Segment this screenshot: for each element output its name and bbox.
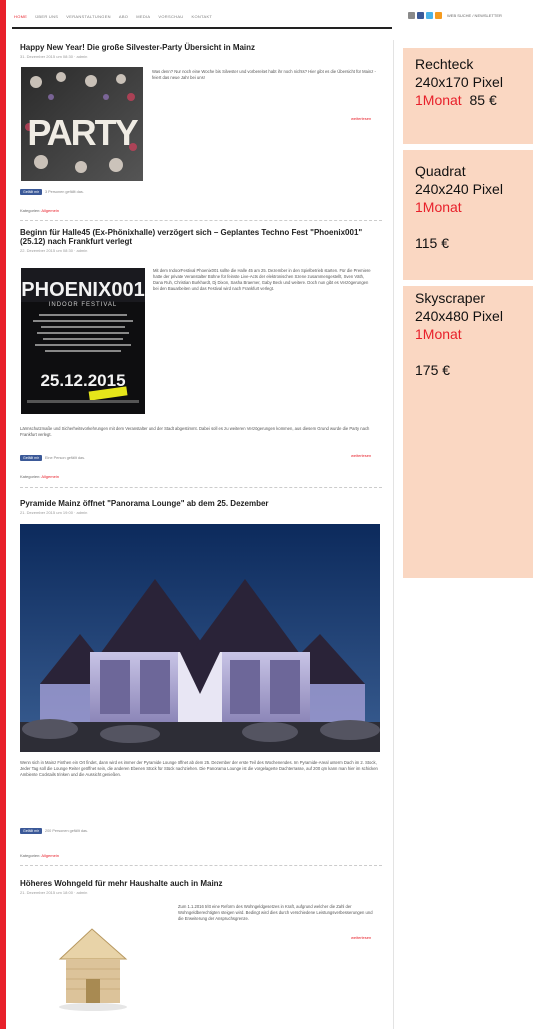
nav-item-preview[interactable]: VORSCHAU bbox=[158, 14, 183, 19]
post-excerpt: Wenn sich in Mainz Finthen ein Ort finde… bbox=[20, 760, 382, 778]
like-row: Gefällt mir 3 Personen gefällt das. bbox=[20, 189, 84, 195]
post-text-2: Lärmschutzmaße und Sicherheitsvorkehrung… bbox=[20, 426, 370, 437]
category-row: Kategorien: Allgemein bbox=[20, 853, 59, 858]
post-excerpt-continued: Lärmschutzmaße und Sicherheitsvorkehrung… bbox=[20, 426, 375, 438]
ad-name: Skyscraper bbox=[415, 290, 486, 306]
header-divider bbox=[12, 27, 392, 29]
post-excerpt: Mit dem IndoorFestival Phoenix001 sollte… bbox=[153, 268, 375, 292]
like-count: 200 Personen gefällt das. bbox=[44, 829, 89, 833]
category-label: Kategorien: bbox=[20, 853, 41, 858]
topbar-search-text[interactable]: WEB SUCHE / NEWSLETTER bbox=[447, 13, 502, 18]
category-link[interactable]: Allgemein bbox=[41, 853, 59, 858]
like-count: 3 Personen gefällt das. bbox=[44, 190, 84, 194]
facebook-like-button[interactable]: Gefällt mir bbox=[20, 455, 42, 461]
post-text: Mit dem IndoorFestival Phoenix001 sollte… bbox=[153, 268, 371, 291]
main-navigation: HOME ÜBER UNS VERANSTALTUNGEN ABO MEDIA … bbox=[14, 10, 384, 22]
post-phoenix: Beginn für Halle45 (Ex-Phönixhalle) verz… bbox=[20, 228, 365, 253]
flyer-subtitle: INDOOR FESTIVAL bbox=[49, 302, 118, 308]
flyer-title: PHOENIX001 bbox=[21, 279, 144, 301]
twitter-icon[interactable] bbox=[426, 11, 433, 19]
category-row: Kategorien: Allgemein bbox=[20, 208, 59, 213]
facebook-like-button[interactable]: Gefällt mir bbox=[20, 189, 42, 195]
nav-item-abo[interactable]: ABO bbox=[119, 14, 128, 19]
read-more-link[interactable]: weiterlesen bbox=[351, 453, 371, 458]
ad-price: 115 € bbox=[415, 235, 449, 251]
category-label: Kategorien: bbox=[20, 474, 41, 479]
ad-skyscraper[interactable]: Skyscraper 240x480 Pixel 1Monat 175 € bbox=[415, 289, 535, 379]
post-meta: 31. Dezember 2015 um 08:30 · admin bbox=[20, 54, 88, 59]
nav-item-media[interactable]: MEDIA bbox=[136, 14, 150, 19]
post-wohngeld: Höheres Wohngeld für mehr Haushalte auch… bbox=[20, 879, 382, 895]
ad-name: Quadrat bbox=[415, 163, 466, 179]
category-row: Kategorien: Allgemein bbox=[20, 474, 59, 479]
ad-price: 175 € bbox=[415, 362, 451, 378]
post-excerpt: Zum 1.1.2016 tritt eine Reform des Wohng… bbox=[178, 904, 378, 922]
post-text: Was denn? Nur noch eine Woche bis Silves… bbox=[152, 69, 376, 80]
money-house-image[interactable] bbox=[52, 907, 134, 1017]
post-pyramide: Pyramide Mainz öffnet "Panorama Lounge" … bbox=[20, 499, 382, 515]
like-row: Gefällt mir Eine Person gefällt das. bbox=[20, 455, 85, 461]
post-divider bbox=[20, 487, 382, 488]
post-title[interactable]: Beginn für Halle45 (Ex-Phönixhalle) verz… bbox=[20, 228, 365, 246]
read-more-link[interactable]: weiterlesen bbox=[351, 116, 371, 121]
post-text: Wenn sich in Mainz Finthen ein Ort finde… bbox=[20, 760, 378, 777]
post-divider bbox=[20, 865, 382, 866]
nav-item-contact[interactable]: KONTAKT bbox=[191, 14, 212, 19]
ad-duration: 1Monat bbox=[415, 92, 462, 108]
category-label: Kategorien: bbox=[20, 208, 41, 213]
svg-text:PARTY: PARTY bbox=[27, 112, 138, 153]
ad-separator bbox=[403, 280, 533, 286]
party-image[interactable]: PARTY bbox=[21, 67, 143, 181]
category-link[interactable]: Allgemein bbox=[41, 208, 59, 213]
post-excerpt: Was denn? Nur noch eine Woche bis Silves… bbox=[152, 69, 382, 81]
category-link[interactable]: Allgemein bbox=[41, 474, 59, 479]
nav-item-home[interactable]: HOME bbox=[14, 14, 27, 19]
post-title[interactable]: Pyramide Mainz öffnet "Panorama Lounge" … bbox=[20, 499, 382, 508]
post-silvester: Happy New Year! Die große Silvester-Part… bbox=[20, 43, 382, 59]
ad-duration: 1Monat bbox=[415, 326, 462, 342]
ad-price: 85 € bbox=[469, 92, 497, 108]
ad-quadrat[interactable]: Quadrat 240x240 Pixel 1Monat 115 € bbox=[415, 162, 535, 252]
post-meta: 21. Dezember 2015 um 18:00 · admin bbox=[20, 890, 88, 895]
ad-size: 240x240 Pixel bbox=[415, 181, 503, 197]
ad-name: Rechteck bbox=[415, 56, 474, 72]
ad-duration: 1Monat bbox=[415, 199, 462, 215]
column-divider bbox=[393, 40, 394, 1029]
flyer-date: 25.12.2015 bbox=[40, 371, 125, 390]
post-meta: 21. Dezember 2015 um 19:00 · admin bbox=[20, 510, 88, 515]
post-divider bbox=[20, 220, 382, 221]
post-text: Zum 1.1.2016 tritt eine Reform des Wohng… bbox=[178, 904, 373, 921]
facebook-icon[interactable] bbox=[417, 11, 424, 19]
phoenix-flyer-image[interactable]: PHOENIX001 INDOOR FESTIVAL 25.12.2015 bbox=[21, 268, 145, 414]
social-icons: WEB SUCHE / NEWSLETTER bbox=[408, 8, 502, 22]
nav-item-about[interactable]: ÜBER UNS bbox=[35, 14, 58, 19]
ad-separator bbox=[403, 144, 533, 150]
read-more-link[interactable]: weiterlesen bbox=[351, 935, 371, 940]
pyramide-lounge-image[interactable] bbox=[20, 524, 380, 752]
ad-size: 240x480 Pixel bbox=[415, 308, 503, 324]
ad-rechteck[interactable]: Rechteck 240x170 Pixel 1Monat 85 € bbox=[415, 55, 535, 109]
post-meta: 22. Dezember 2015 um 08:30 · admin bbox=[20, 248, 88, 253]
feed-icon[interactable] bbox=[435, 11, 442, 19]
rss-icon[interactable] bbox=[408, 11, 415, 19]
ad-size: 240x170 Pixel bbox=[415, 74, 503, 90]
facebook-like-button[interactable]: Gefällt mir bbox=[20, 828, 42, 834]
nav-item-events[interactable]: VERANSTALTUNGEN bbox=[66, 14, 111, 19]
like-row: Gefällt mir 200 Personen gefällt das. bbox=[20, 828, 88, 834]
post-title[interactable]: Höheres Wohngeld für mehr Haushalte auch… bbox=[20, 879, 382, 888]
post-title[interactable]: Happy New Year! Die große Silvester-Part… bbox=[20, 43, 382, 52]
like-count: Eine Person gefällt das. bbox=[44, 456, 86, 460]
